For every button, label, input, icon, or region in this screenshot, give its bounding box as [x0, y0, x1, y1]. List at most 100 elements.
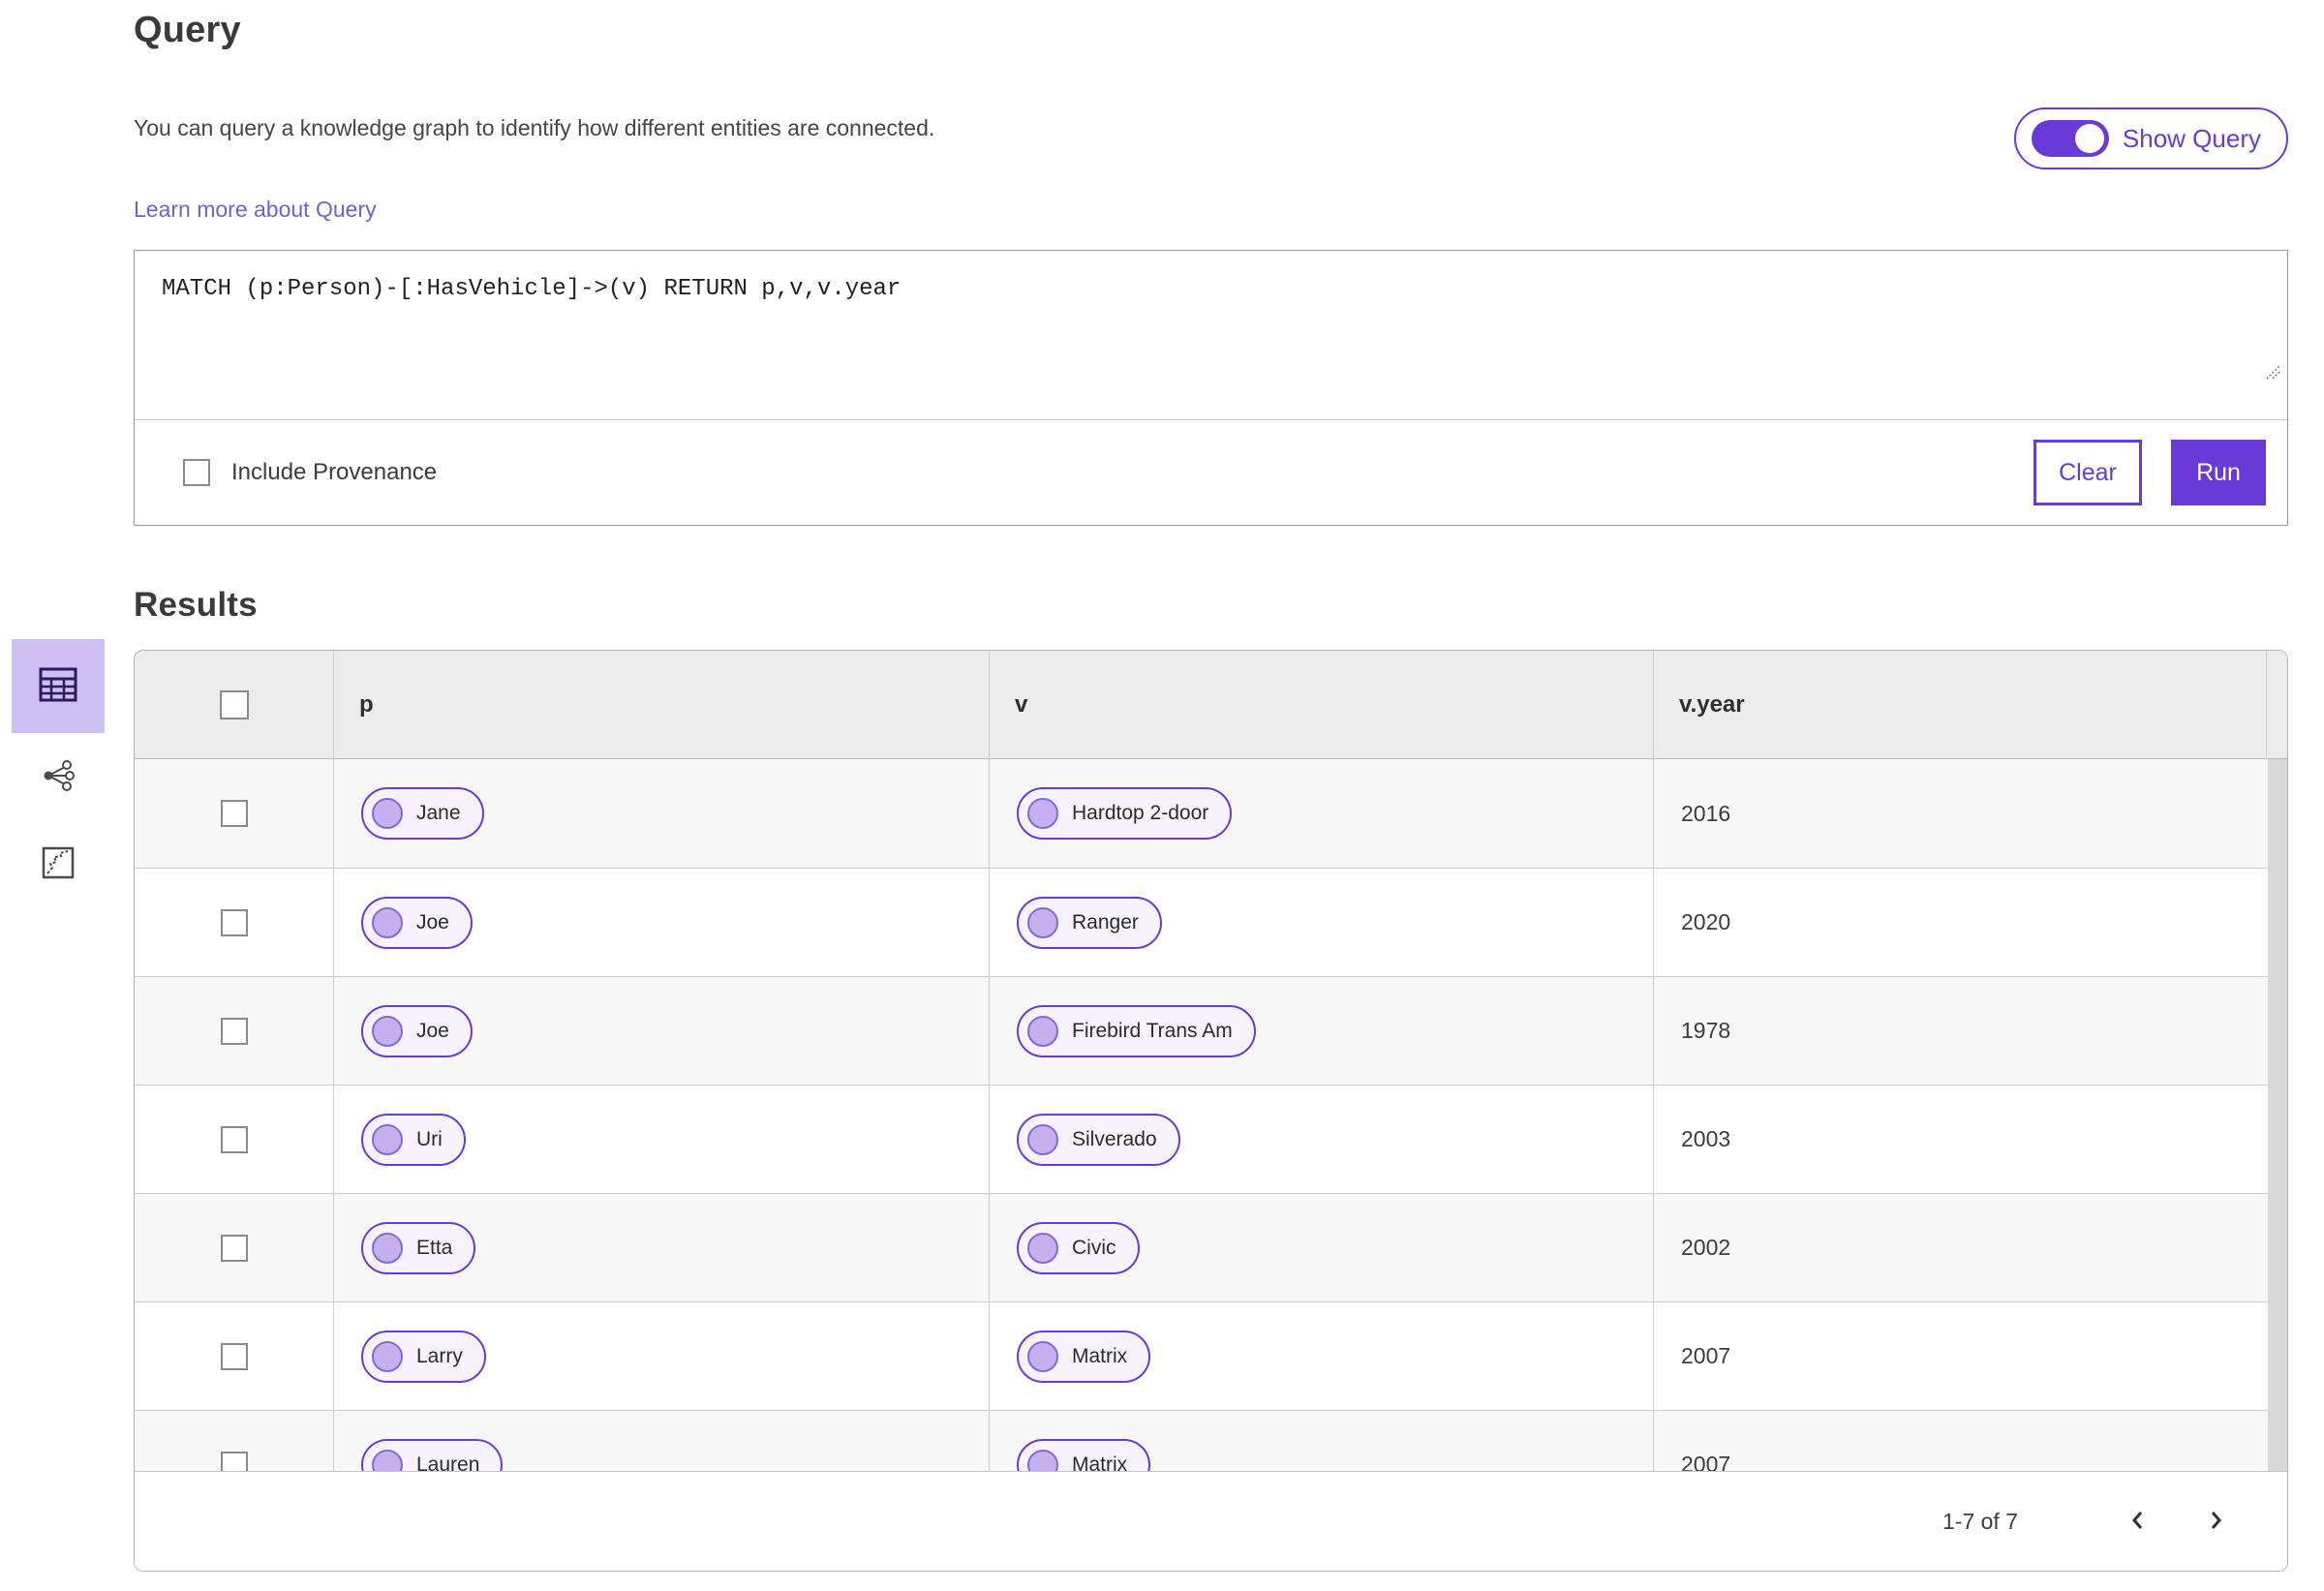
node-icon: [372, 1449, 403, 1471]
textarea-resize-handle[interactable]: [2122, 333, 2282, 414]
vehicle-node-pill[interactable]: Hardtop 2-door: [1017, 787, 1233, 840]
person-node-pill[interactable]: Jane: [361, 787, 484, 840]
row-checkbox[interactable]: [220, 1017, 248, 1045]
person-node-label: Larry: [416, 1344, 463, 1367]
row-select-cell: [135, 1086, 333, 1193]
previous-page-button[interactable]: [2117, 1500, 2159, 1543]
table-row: Larry Matrix 2007: [135, 1301, 2287, 1410]
vehicle-node-pill[interactable]: Civic: [1017, 1221, 1140, 1274]
v-cell: Civic: [989, 1194, 1653, 1301]
person-node-pill[interactable]: Etta: [361, 1221, 476, 1274]
results-title: Results: [134, 586, 258, 624]
include-provenance-group[interactable]: Include Provenance: [183, 459, 2034, 486]
v-cell: Matrix: [989, 1302, 1653, 1410]
column-header-v-year: v.year: [1653, 651, 2287, 758]
node-icon: [1027, 906, 1058, 938]
next-page-button[interactable]: [2194, 1500, 2237, 1543]
row-checkbox[interactable]: [220, 1125, 248, 1153]
node-icon: [372, 1015, 403, 1047]
row-checkbox[interactable]: [220, 908, 248, 936]
node-icon: [1027, 1449, 1058, 1471]
query-actions-bar: Include Provenance Clear Run: [135, 419, 2287, 525]
p-cell: Jane: [333, 759, 989, 868]
p-cell: Etta: [333, 1194, 989, 1301]
node-icon: [1027, 1340, 1058, 1372]
row-checkbox[interactable]: [220, 1342, 248, 1370]
table-body: Jane Hardtop 2-door 2016 Joe Ranger 2020…: [135, 759, 2287, 1471]
page-title: Query: [134, 10, 241, 50]
vehicle-node-label: Silverado: [1072, 1127, 1157, 1150]
p-cell: Lauren: [333, 1411, 989, 1471]
results-view-rail: [12, 639, 105, 907]
row-select-cell: [135, 1411, 333, 1471]
include-provenance-label: Include Provenance: [231, 459, 438, 485]
person-node-label: Uri: [416, 1127, 443, 1150]
node-icon: [372, 1340, 403, 1372]
results-table: p v v.year Jane Hardtop 2-door 2016 Joe …: [134, 650, 2288, 1572]
clear-button[interactable]: Clear: [2034, 440, 2142, 505]
table-view-icon: [39, 667, 77, 705]
person-node-label: Etta: [416, 1236, 453, 1259]
select-all-checkbox[interactable]: [219, 689, 249, 719]
query-panel: MATCH (p:Person)-[:HasVehicle]->(v) RETU…: [134, 250, 2288, 526]
person-node-label: Joe: [416, 910, 449, 933]
v-cell: Matrix: [989, 1411, 1653, 1471]
toggle-switch-on[interactable]: [2031, 120, 2109, 157]
graph-view-button[interactable]: [12, 733, 105, 820]
vehicle-node-pill[interactable]: Matrix: [1017, 1438, 1151, 1471]
person-node-label: Jane: [416, 802, 461, 824]
row-checkbox[interactable]: [220, 1451, 248, 1471]
year-cell: 2020: [1653, 869, 2287, 976]
person-node-pill[interactable]: Joe: [361, 1004, 473, 1057]
row-select-cell: [135, 1194, 333, 1301]
node-icon: [1027, 798, 1058, 829]
chevron-right-icon: [2204, 1509, 2227, 1535]
show-query-toggle[interactable]: Show Query: [2013, 107, 2288, 169]
vehicle-node-label: Civic: [1072, 1236, 1116, 1259]
column-header-p: p: [333, 651, 989, 758]
run-button[interactable]: Run: [2171, 440, 2266, 505]
vehicle-node-label: Hardtop 2-door: [1072, 802, 1209, 824]
person-node-pill[interactable]: Larry: [361, 1330, 486, 1383]
node-icon: [1027, 1232, 1058, 1264]
toggle-knob: [2074, 124, 2104, 153]
v-cell: Firebird Trans Am: [989, 977, 1653, 1085]
person-node-pill[interactable]: Lauren: [361, 1438, 504, 1472]
person-node-pill[interactable]: Joe: [361, 896, 473, 949]
person-node-pill[interactable]: Uri: [361, 1113, 466, 1166]
learn-more-link[interactable]: Learn more about Query: [134, 197, 377, 223]
table-row: Etta Civic 2002: [135, 1193, 2287, 1301]
table-header-row: p v v.year: [135, 651, 2287, 759]
node-icon: [372, 798, 403, 829]
person-node-label: Lauren: [416, 1453, 480, 1472]
year-cell: 2003: [1653, 1086, 2287, 1193]
map-view-button[interactable]: [12, 820, 105, 907]
vehicle-node-pill[interactable]: Firebird Trans Am: [1017, 1004, 1256, 1057]
query-textarea[interactable]: MATCH (p:Person)-[:HasVehicle]->(v) RETU…: [135, 251, 2287, 419]
row-select-cell: [135, 869, 333, 976]
vehicle-node-label: Firebird Trans Am: [1072, 1019, 1233, 1042]
table-view-button[interactable]: [12, 639, 105, 733]
select-all-cell: [135, 651, 333, 758]
vertical-scrollbar[interactable]: [2268, 759, 2287, 1471]
person-node-label: Joe: [416, 1019, 449, 1042]
vehicle-node-pill[interactable]: Ranger: [1017, 896, 1162, 949]
table-row: Lauren Matrix 2007: [135, 1410, 2287, 1471]
query-page: Query You can query a knowledge graph to…: [0, 0, 2324, 1591]
vehicle-node-label: Ranger: [1072, 910, 1139, 933]
row-checkbox[interactable]: [220, 1234, 248, 1262]
table-row: Jane Hardtop 2-door 2016: [135, 759, 2287, 868]
include-provenance-checkbox[interactable]: [183, 459, 210, 486]
vehicle-node-pill[interactable]: Matrix: [1017, 1330, 1151, 1383]
v-cell: Hardtop 2-door: [989, 759, 1653, 868]
vehicle-node-label: Matrix: [1072, 1344, 1128, 1367]
year-cell: 2016: [1653, 759, 2287, 868]
v-cell: Silverado: [989, 1086, 1653, 1193]
p-cell: Uri: [333, 1086, 989, 1193]
query-description: You can query a knowledge graph to ident…: [134, 115, 935, 140]
column-header-v: v: [989, 651, 1653, 758]
row-checkbox[interactable]: [220, 800, 248, 827]
node-icon: [372, 1232, 403, 1264]
chevron-left-icon: [2126, 1509, 2150, 1535]
vehicle-node-pill[interactable]: Silverado: [1017, 1113, 1180, 1166]
